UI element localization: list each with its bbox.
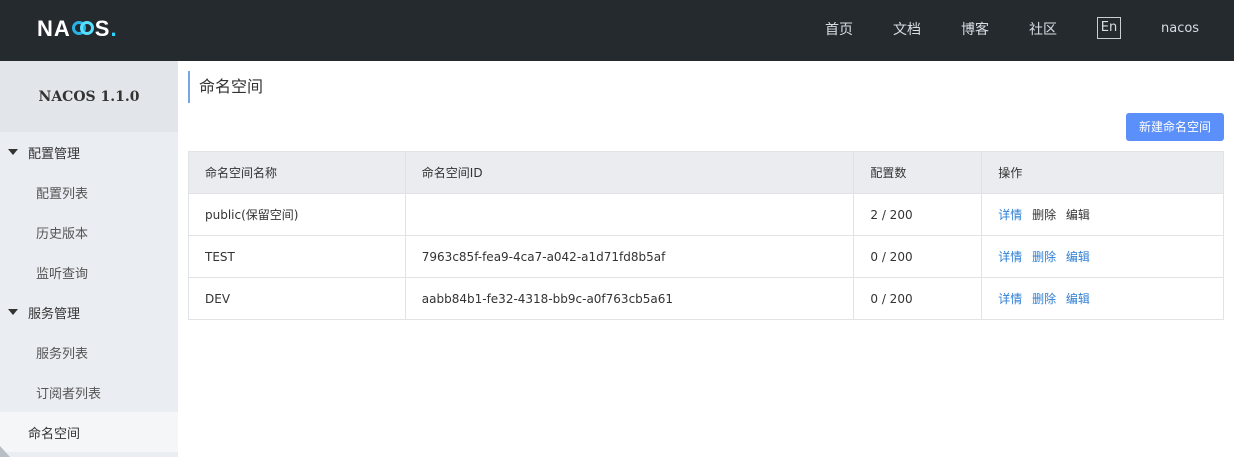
column-header-id: 命名空间ID (404, 151, 855, 194)
detail-link[interactable]: 详情 (998, 292, 1022, 306)
config-count: 0 / 200 (853, 235, 983, 278)
page-title: 命名空间 (188, 71, 263, 103)
config-count: 2 / 200 (853, 193, 983, 236)
edit-link[interactable]: 编辑 (1066, 292, 1090, 306)
column-header-actions: 操作 (981, 151, 1224, 194)
namespace-id (404, 193, 855, 236)
logo-rings-icon (71, 21, 94, 37)
top-header: NA S . 首页 文档 博客 社区 En nacos (0, 0, 1234, 61)
row-actions: 详情 删除 编辑 (981, 235, 1224, 278)
table-row: DEV aabb84b1-fe32-4318-bb9c-a0f763cb5a61… (188, 277, 1224, 320)
column-header-name: 命名空间名称 (188, 151, 406, 194)
sidebar-item-namespace[interactable]: 命名空间 (0, 412, 178, 452)
edit-link[interactable]: 编辑 (1066, 208, 1090, 222)
namespace-id: 7963c85f-fea9-4ca7-a042-a1d71fd8b5af (404, 235, 855, 278)
namespace-name: public(保留空间) (188, 193, 406, 236)
sidebar-item-history[interactable]: 历史版本 (0, 212, 178, 252)
delete-link[interactable]: 删除 (1032, 208, 1056, 222)
column-header-count: 配置数 (853, 151, 983, 194)
new-namespace-button[interactable]: 新建命名空间 (1126, 113, 1224, 141)
detail-link[interactable]: 详情 (998, 250, 1022, 264)
sidebar: NACOS 1.1.0 配置管理 配置列表 历史版本 监听查询 服务管理 服务列… (0, 61, 178, 457)
namespace-table: 命名空间名称 命名空间ID 配置数 操作 public(保留空间) 2 / 20… (188, 151, 1224, 320)
table-row: TEST 7963c85f-fea9-4ca7-a042-a1d71fd8b5a… (188, 235, 1224, 278)
version-title: NACOS 1.1.0 (0, 61, 178, 132)
sidebar-item-service-list[interactable]: 服务列表 (0, 332, 178, 372)
delete-link[interactable]: 删除 (1032, 250, 1056, 264)
config-count: 0 / 200 (853, 277, 983, 320)
nav-community[interactable]: 社区 (1029, 19, 1057, 39)
sidebar-item-subscriber-list[interactable]: 订阅者列表 (0, 372, 178, 412)
row-actions: 详情 删除 编辑 (981, 193, 1224, 236)
sidebar-collapse-handle[interactable] (0, 446, 10, 457)
nav-docs[interactable]: 文档 (893, 19, 921, 39)
caret-down-icon (8, 309, 18, 315)
nav-home[interactable]: 首页 (825, 19, 853, 39)
row-actions: 详情 删除 编辑 (981, 277, 1224, 320)
namespace-id: aabb84b1-fe32-4318-bb9c-a0f763cb5a61 (404, 277, 855, 320)
sidebar-item-listener-query[interactable]: 监听查询 (0, 252, 178, 292)
caret-down-icon (8, 149, 18, 155)
nacos-logo[interactable]: NA S . (37, 14, 118, 44)
nav-blog[interactable]: 博客 (961, 19, 989, 39)
detail-link[interactable]: 详情 (998, 208, 1022, 222)
namespace-name: DEV (188, 277, 406, 320)
delete-link[interactable]: 删除 (1032, 292, 1056, 306)
edit-link[interactable]: 编辑 (1066, 250, 1090, 264)
table-row: public(保留空间) 2 / 200 详情 删除 编辑 (188, 193, 1224, 236)
sidebar-group-service[interactable]: 服务管理 (0, 292, 178, 332)
username-label[interactable]: nacos (1161, 21, 1199, 36)
sidebar-group-config[interactable]: 配置管理 (0, 132, 178, 172)
sidebar-item-config-list[interactable]: 配置列表 (0, 172, 178, 212)
namespace-name: TEST (188, 235, 406, 278)
language-switch-button[interactable]: En (1097, 17, 1121, 39)
table-header-row: 命名空间名称 命名空间ID 配置数 操作 (188, 151, 1224, 194)
